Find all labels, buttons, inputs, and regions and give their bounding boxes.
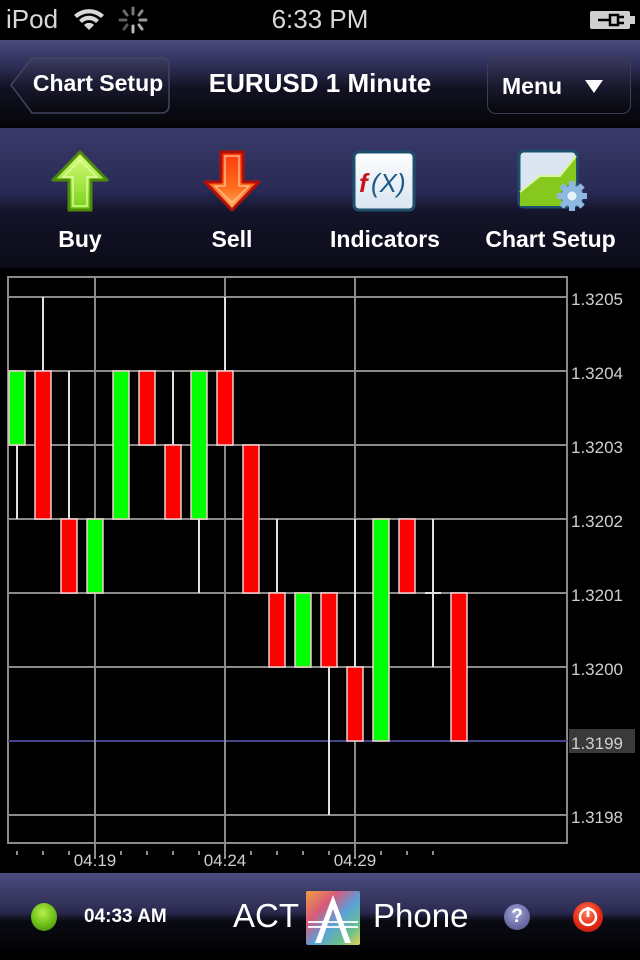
y-tick-label: 1.3204 [571,364,623,383]
y-tick-label: 1.3200 [571,660,623,679]
y-tick-label: 1.3203 [571,438,623,457]
red-down-arrow-icon [203,150,261,212]
candle-body-down [164,444,182,520]
battery-charging-icon [590,11,635,29]
status-bar: iPod 6:33 PM [0,0,640,40]
chart-settings-icon [517,149,587,211]
svg-text:(X): (X) [371,168,406,198]
menu-button[interactable]: Menu [487,56,631,114]
candle-body-down [34,370,52,520]
footer-bar: 04:33 AM ACT Phone ? [0,873,640,960]
candle-body-down [320,592,338,668]
candle-body-up [86,518,104,594]
menu-button-label: Menu [502,73,563,99]
chart-canvas[interactable]: 1.3205 1.3204 1.3203 1.3202 1.3201 1.3200 1.31… [0,268,640,873]
power-icon[interactable] [573,902,603,932]
footer-time: 04:33 AM [84,906,167,927]
triangle-down-icon [585,80,603,93]
candle-body-up [8,370,26,446]
candle [164,371,182,520]
indicators-label: Indicators [330,226,440,252]
brand-phone-text: Phone [373,897,469,934]
act-logo-icon [306,891,360,945]
candle-body-down [346,666,364,742]
candle [268,519,286,668]
candle [346,519,364,742]
candle [450,592,468,742]
action-toolbar: Buy Sell f (X) Indicators Chart Setup [0,128,640,268]
candle [138,370,156,446]
candle-body-down [216,370,234,446]
buy-button[interactable]: Buy [30,128,130,268]
candle [372,518,390,742]
candle-body-up [372,518,390,742]
chart-setup-button[interactable]: Chart Setup [478,128,623,268]
candle-body-up [294,592,312,668]
power-glyph [578,907,598,927]
candle [425,519,441,667]
indicators-button[interactable]: f (X) Indicators [325,128,445,268]
sell-label: Sell [211,226,253,252]
candle [8,370,26,519]
candle-layer [8,297,468,815]
help-icon[interactable]: ? [504,904,530,930]
candlestick-chart[interactable]: 1.3205 1.3204 1.3203 1.3202 1.3201 1.3200 1.31… [0,268,640,873]
green-up-arrow-icon [51,150,109,212]
connection-status-icon [31,903,57,931]
candle [320,592,338,815]
candle [294,592,312,668]
x-tick-label: 04:19 [74,851,117,870]
candle-body-down [398,518,416,594]
gear-icon [557,181,587,211]
candle [112,370,130,520]
candle-body-down [450,592,468,742]
candle-body-up [190,370,208,520]
candle [86,518,104,594]
candle [216,297,234,446]
y-tick-label: 1.3198 [571,808,623,827]
y-tick-label: 1.3199 [571,734,623,753]
navigation-bar: Chart Setup EURUSD 1 Minute Menu [0,40,640,128]
status-time: 6:33 PM [271,4,369,34]
sell-button[interactable]: Sell [182,128,282,268]
candle-body-down [138,370,156,446]
page-title: EURUSD 1 Minute [208,68,432,98]
candle [34,297,52,520]
axis-layer: 1.3205 1.3204 1.3203 1.3202 1.3201 1.3200 1.31… [16,290,635,870]
brand-act-text: ACT [233,897,299,934]
back-button-chart-setup[interactable]: Chart Setup [10,56,170,114]
back-button-label: Chart Setup [32,70,164,96]
candle-body-down [268,592,286,668]
candle-body-down [60,518,78,594]
candle [242,444,260,594]
buy-label: Buy [58,226,102,252]
y-tick-label: 1.3202 [571,512,623,531]
y-tick-label: 1.3201 [571,586,623,605]
chart-setup-label: Chart Setup [485,226,616,252]
y-tick-label: 1.3205 [571,290,623,309]
x-tick-label: 04:29 [334,851,377,870]
candle-body-up [112,370,130,520]
candle [190,370,208,593]
candle [60,371,78,594]
function-fx-icon: f (X) [352,150,416,212]
candle-body-down [242,444,260,594]
candle [398,518,416,594]
x-tick-label: 04:24 [204,851,247,870]
